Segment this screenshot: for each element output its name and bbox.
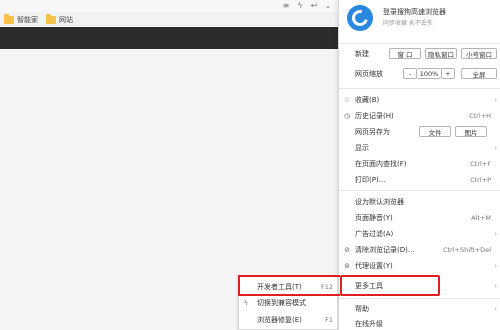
new-label: 新建	[355, 50, 369, 58]
menu-item-label: 在线升级	[355, 320, 383, 328]
new-window-button[interactable]: 窗 口	[389, 48, 421, 59]
small-window-button[interactable]: 小号窗口	[461, 48, 497, 59]
menu-item-shortcut: Alt+M	[471, 214, 491, 222]
list-icon[interactable]: ≡	[282, 1, 290, 10]
chevron-right-icon: ›	[494, 96, 497, 104]
divider	[339, 88, 500, 89]
zoom-level: 100%	[417, 68, 441, 79]
menu-item-default-browser[interactable]: 设为默认浏览器	[339, 195, 500, 209]
menu-item-label: 清除浏览记录(D)...	[355, 246, 415, 254]
clear-icon: ⊘	[344, 246, 350, 254]
divider	[339, 43, 500, 44]
menu-item-label: 代理设置(Y)	[355, 262, 393, 270]
divider	[339, 298, 500, 299]
chevron-right-icon: ›	[494, 230, 497, 238]
fullscreen-button[interactable]: 全屏	[461, 68, 497, 79]
bookmark-folder[interactable]: 网站	[46, 14, 73, 25]
menu-item-shortcut: Ctrl+P	[470, 176, 491, 184]
save-image-button[interactable]: 图片	[455, 126, 487, 137]
menu-item-label: 更多工具	[355, 282, 383, 290]
save-file-button[interactable]: 文件	[419, 126, 451, 137]
toolbar-icons: ≡ ϟ ↩ ⌄	[282, 1, 332, 10]
chevron-right-icon: ›	[494, 305, 497, 313]
menu-item-proxy[interactable]: ⊚ 代理设置(Y) ›	[339, 259, 500, 273]
bookmark-label: 网站	[59, 16, 73, 24]
menu-item-display[interactable]: 显示 ›	[339, 141, 500, 155]
submenu-item-compat-mode[interactable]: ϟ 切换到兼容模式	[239, 295, 339, 311]
menu-item-shortcut: Ctrl+H	[469, 112, 491, 120]
menu-item-label: 设为默认浏览器	[355, 198, 404, 206]
login-title[interactable]: 登录搜狗高速浏览器	[383, 7, 446, 17]
menu-item-label: 在页面内查找(F)	[355, 160, 407, 168]
chevron-right-icon: ›	[494, 144, 497, 152]
menu-item-label: 显示	[355, 144, 369, 152]
clock-icon: ◷	[343, 112, 351, 120]
submenu-item-browser-repair[interactable]: 浏览器修复(E) F1	[239, 312, 339, 328]
sogou-logo-icon	[347, 5, 373, 31]
divider	[339, 190, 500, 191]
more-tools-submenu: 开发者工具(T) F12 ϟ 切换到兼容模式 浏览器修复(E) F1	[238, 276, 338, 330]
account-login[interactable]: 登录搜狗高速浏览器 同步收藏 永不丢失	[339, 0, 500, 40]
submenu-item-shortcut: F12	[320, 283, 333, 291]
bookmark-label: 智能家	[17, 16, 38, 24]
private-window-button[interactable]: 隐私窗口	[425, 48, 457, 59]
menu-item-label: 收藏(B)	[355, 96, 380, 104]
menu-item-history[interactable]: ◷ 历史记录(H) Ctrl+H	[339, 109, 500, 123]
browser-main-menu: 登录搜狗高速浏览器 同步收藏 永不丢失 新建 窗 口 隐私窗口 小号窗口 网页缩…	[338, 0, 500, 330]
menu-item-mute-page[interactable]: 页面静音(Y) Alt+M	[339, 211, 500, 225]
menu-item-label: 帮助	[355, 305, 369, 313]
menu-item-find[interactable]: 在页面内查找(F) Ctrl+F	[339, 157, 500, 171]
menu-item-print[interactable]: 打印(P)... Ctrl+P	[339, 173, 500, 187]
folder-icon	[4, 14, 14, 24]
folder-icon	[46, 14, 56, 24]
menu-item-shortcut: Ctrl+Shift+Del	[442, 246, 491, 254]
submenu-item-label: 浏览器修复(E)	[257, 316, 302, 324]
submenu-item-label: 开发者工具(T)	[257, 283, 302, 291]
chevron-right-icon: ›	[494, 262, 497, 270]
arrow-back-icon[interactable]: ↩	[310, 1, 318, 10]
menu-item-online-upgrade[interactable]: 在线升级	[339, 317, 500, 330]
menu-item-label: 打印(P)...	[355, 176, 386, 184]
menu-item-help[interactable]: 帮助 ›	[339, 302, 500, 316]
menu-item-ad-filter[interactable]: 广告过滤(A) ›	[339, 227, 500, 241]
submenu-item-dev-tools[interactable]: 开发者工具(T) F12	[239, 279, 339, 295]
menu-item-label: 广告过滤(A)	[355, 230, 394, 238]
zoom-in-button[interactable]: +	[441, 68, 455, 79]
menu-item-more-tools[interactable]: 更多工具 ›	[339, 279, 500, 293]
proxy-icon: ⊚	[344, 262, 350, 270]
chevron-down-icon[interactable]: ⌄	[324, 1, 332, 10]
menu-item-clear-history[interactable]: ⊘ 清除浏览记录(D)... Ctrl+Shift+Del	[339, 243, 500, 257]
submenu-item-shortcut: F1	[325, 316, 333, 324]
bookmark-folder[interactable]: 智能家	[4, 14, 38, 25]
menu-item-label: 历史记录(H)	[355, 112, 394, 120]
chevron-right-icon: ›	[494, 282, 497, 290]
menu-item-label: 网页另存为	[355, 128, 390, 136]
submenu-item-label: 切换到兼容模式	[257, 299, 306, 307]
lightning-icon[interactable]: ϟ	[296, 1, 304, 10]
menu-item-favorites[interactable]: ☆ 收藏(B) ›	[339, 93, 500, 107]
menu-item-shortcut: Ctrl+F	[470, 160, 491, 168]
lightning-icon: ϟ	[243, 299, 249, 307]
menu-item-label: 页面静音(Y)	[355, 214, 393, 222]
zoom-out-button[interactable]: -	[403, 68, 417, 79]
login-subtitle: 同步收藏 永不丢失	[383, 20, 433, 27]
zoom-label: 网页缩放	[355, 70, 383, 78]
star-icon: ☆	[343, 96, 351, 104]
